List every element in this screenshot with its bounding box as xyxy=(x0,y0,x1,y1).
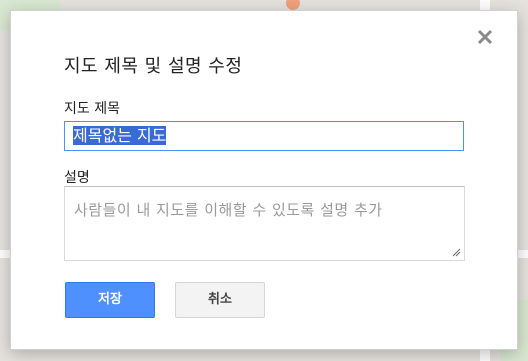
map-marker xyxy=(286,0,300,10)
cancel-button[interactable]: 취소 xyxy=(175,282,265,318)
edit-map-dialog: 지도 제목 및 설명 수정 지도 제목 제목없는 지도 설명 사람들이 내 지도… xyxy=(10,10,518,350)
map-title-input[interactable]: 제목없는 지도 xyxy=(64,121,464,151)
map-title-label: 지도 제목 xyxy=(64,101,120,117)
description-textarea[interactable]: 사람들이 내 지도를 이해할 수 있도록 설명 추가 xyxy=(64,186,465,261)
close-icon xyxy=(477,29,493,45)
resize-grip-icon[interactable] xyxy=(452,248,461,257)
map-title-value: 제목없는 지도 xyxy=(73,126,167,145)
dialog-title: 지도 제목 및 설명 수정 xyxy=(64,56,243,77)
close-button[interactable] xyxy=(475,27,495,47)
description-placeholder: 사람들이 내 지도를 이해할 수 있도록 설명 추가 xyxy=(74,201,383,219)
description-label: 설명 xyxy=(64,170,90,186)
save-button[interactable]: 저장 xyxy=(65,282,155,318)
